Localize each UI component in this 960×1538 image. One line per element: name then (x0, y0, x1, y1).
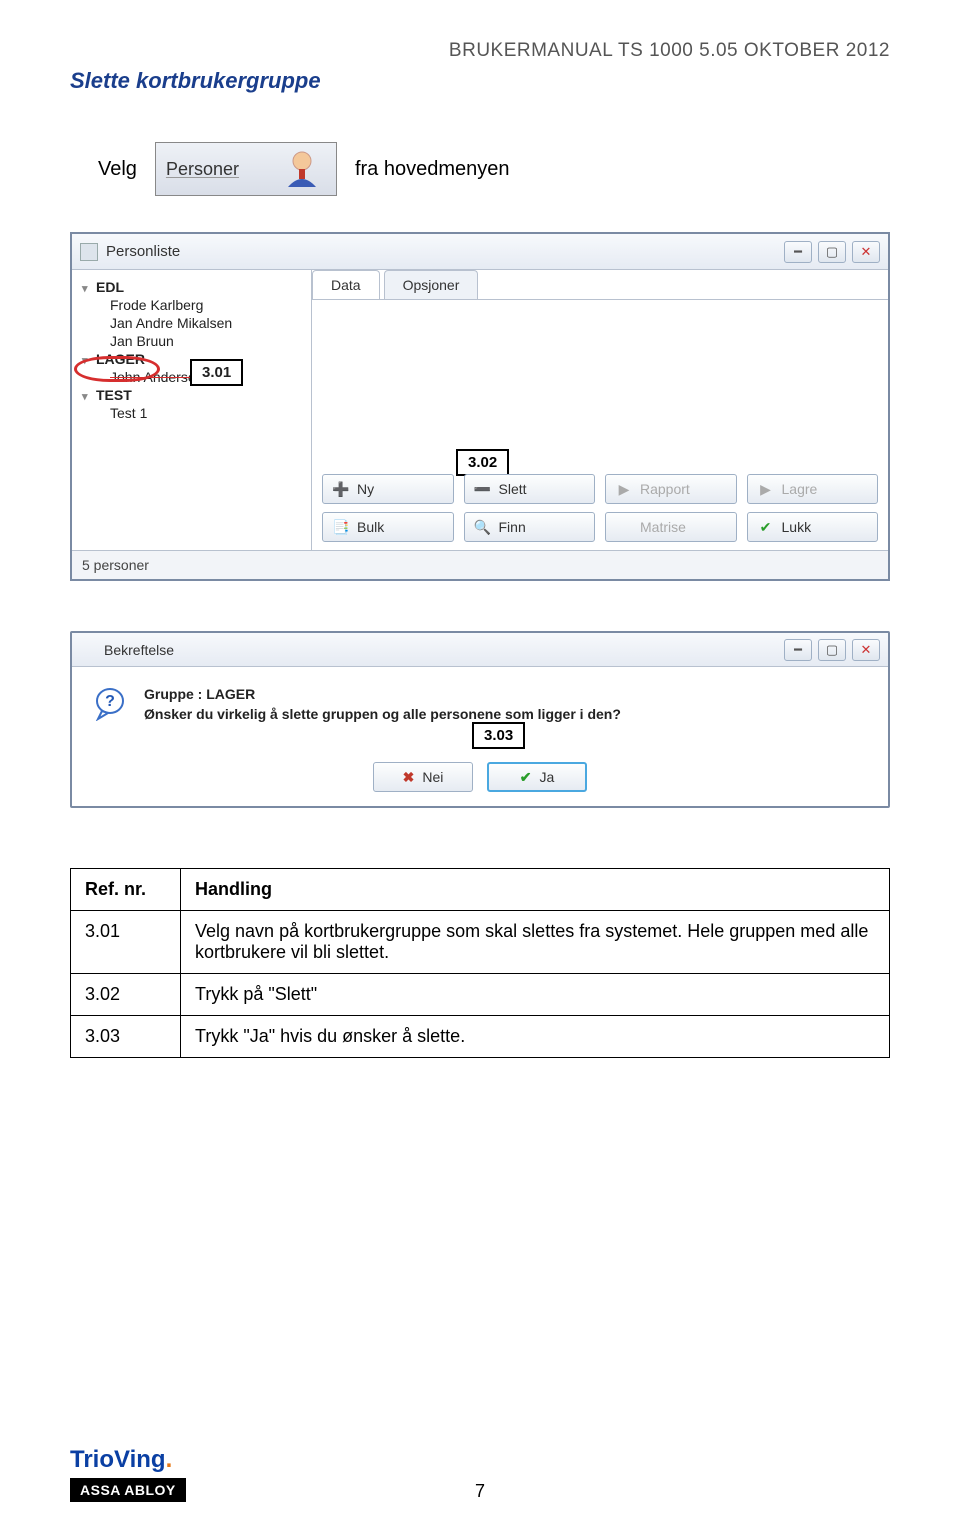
minimize-button[interactable]: ━ (784, 241, 812, 263)
tab-opsjoner[interactable]: Opsjoner (384, 270, 479, 299)
personer-menu-button[interactable]: Personer (155, 142, 337, 196)
section-title: Slette kortbrukergruppe (70, 68, 890, 94)
ja-button[interactable]: ✔ Ja (487, 762, 587, 792)
matrix-icon (616, 519, 632, 535)
matrise-button[interactable]: Matrise (605, 512, 737, 542)
nei-button[interactable]: ✖ Nei (373, 762, 473, 792)
person-avatar-icon (282, 147, 326, 191)
tree-person[interactable]: Frode Karlberg (100, 296, 305, 314)
col-ref: Ref. nr. (71, 869, 181, 911)
tree-person[interactable]: Test 1 (100, 404, 305, 422)
check-icon: ✔ (520, 769, 532, 786)
app-icon (80, 243, 98, 261)
assa-abloy-logo: ASSA ABLOY (70, 1478, 186, 1502)
plus-icon: ➕ (333, 481, 349, 497)
detail-pane: Data Opsjoner 3.02 ➕Ny ➖Slett ▶Rapport ▶… (312, 270, 888, 550)
document-header: BRUKERMANUAL TS 1000 5.05 OKTOBER 2012 (70, 40, 890, 62)
page-number: 7 (475, 1481, 485, 1502)
minus-icon: ➖ (475, 481, 491, 497)
tree-group-edl[interactable]: EDL (82, 278, 305, 296)
window-titlebar: Personliste ━ ▢ ✕ (72, 234, 888, 270)
toolbar: ➕Ny ➖Slett ▶Rapport ▶Lagre 📑Bulk 🔍Finn M… (322, 474, 878, 542)
question-icon: ? (92, 685, 128, 721)
lukk-button[interactable]: ✔Lukk (747, 512, 879, 542)
personliste-window: Personliste ━ ▢ ✕ EDL Frode Karlberg Jan… (70, 232, 890, 581)
slett-button[interactable]: ➖Slett (464, 474, 596, 504)
bulk-icon: 📑 (333, 519, 349, 535)
search-icon: 🔍 (475, 519, 491, 535)
velg-after: fra hovedmenyen (355, 158, 510, 181)
rapport-button[interactable]: ▶Rapport (605, 474, 737, 504)
lagre-button[interactable]: ▶Lagre (747, 474, 879, 504)
table-row: 3.01 Velg navn på kortbrukergruppe som s… (71, 911, 890, 974)
tree-person[interactable]: Jan Bruun (100, 332, 305, 350)
tree-person[interactable]: Jan Andre Mikalsen (100, 314, 305, 332)
tab-data[interactable]: Data (312, 270, 380, 299)
report-icon: ▶ (616, 481, 632, 497)
steps-table: Ref. nr. Handling 3.01 Velg navn på kort… (70, 868, 890, 1058)
status-bar: 5 personer (72, 550, 888, 579)
dialog-line1: Gruppe : LAGER (144, 685, 621, 705)
app-icon (80, 642, 96, 658)
velg-before: Velg (98, 158, 137, 181)
save-icon: ▶ (758, 481, 774, 497)
personer-label: Personer (166, 159, 274, 180)
confirm-dialog: Bekreftelse ━ ▢ ✕ ? Gruppe : LAGER (70, 631, 890, 808)
bulk-button[interactable]: 📑Bulk (322, 512, 454, 542)
check-icon: ✔ (758, 519, 774, 535)
table-row: 3.03 Trykk "Ja" hvis du ønsker å slette. (71, 1016, 890, 1058)
window-title: Personliste (106, 243, 180, 260)
callout-303: 3.03 (472, 722, 525, 749)
dialog-line2: Ønsker du virkelig å slette gruppen og a… (144, 705, 621, 725)
callout-301: 3.01 (190, 359, 243, 386)
finn-button[interactable]: 🔍Finn (464, 512, 596, 542)
velg-instruction: Velg Personer fra hovedmenyen (98, 142, 890, 196)
page-footer: TrioVing. ASSA ABLOY 7 (70, 1446, 890, 1502)
close-button[interactable]: ✕ (852, 241, 880, 263)
svg-text:?: ? (105, 693, 115, 710)
callout-302: 3.02 (456, 449, 509, 476)
maximize-button[interactable]: ▢ (818, 639, 846, 661)
dialog-title-text: Bekreftelse (104, 642, 174, 658)
col-action: Handling (181, 869, 890, 911)
minimize-button[interactable]: ━ (784, 639, 812, 661)
x-icon: ✖ (403, 769, 415, 786)
person-tree[interactable]: EDL Frode Karlberg Jan Andre Mikalsen Ja… (72, 270, 312, 550)
close-button[interactable]: ✕ (852, 639, 880, 661)
ny-button[interactable]: ➕Ny (322, 474, 454, 504)
maximize-button[interactable]: ▢ (818, 241, 846, 263)
tree-group-test[interactable]: TEST (82, 386, 305, 404)
trioving-logo: TrioVing. (70, 1446, 186, 1474)
table-row: 3.02 Trykk på "Slett" (71, 974, 890, 1016)
